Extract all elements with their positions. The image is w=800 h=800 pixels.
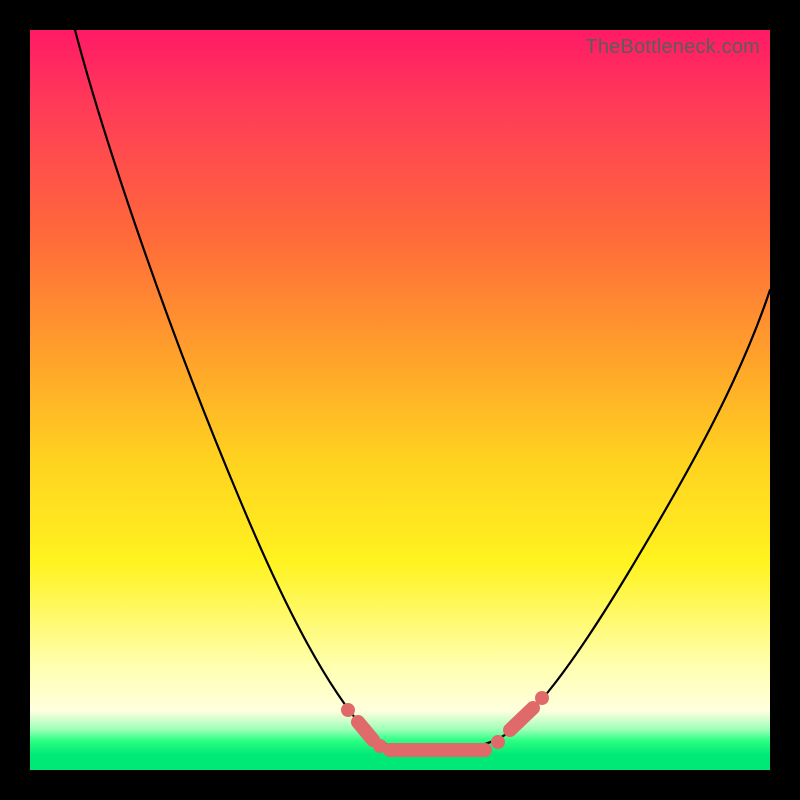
chart-frame: TheBottleneck.com <box>0 0 800 800</box>
plot-area: TheBottleneck.com <box>30 30 770 770</box>
left-slope-marker <box>358 722 373 740</box>
marker-dot <box>341 703 355 717</box>
right-slope-marker <box>510 708 533 730</box>
curve-layer <box>30 30 770 770</box>
marker-dot <box>373 739 387 753</box>
marker-dot <box>535 691 549 705</box>
marker-dot <box>491 735 505 749</box>
bottleneck-curve <box>75 30 770 750</box>
